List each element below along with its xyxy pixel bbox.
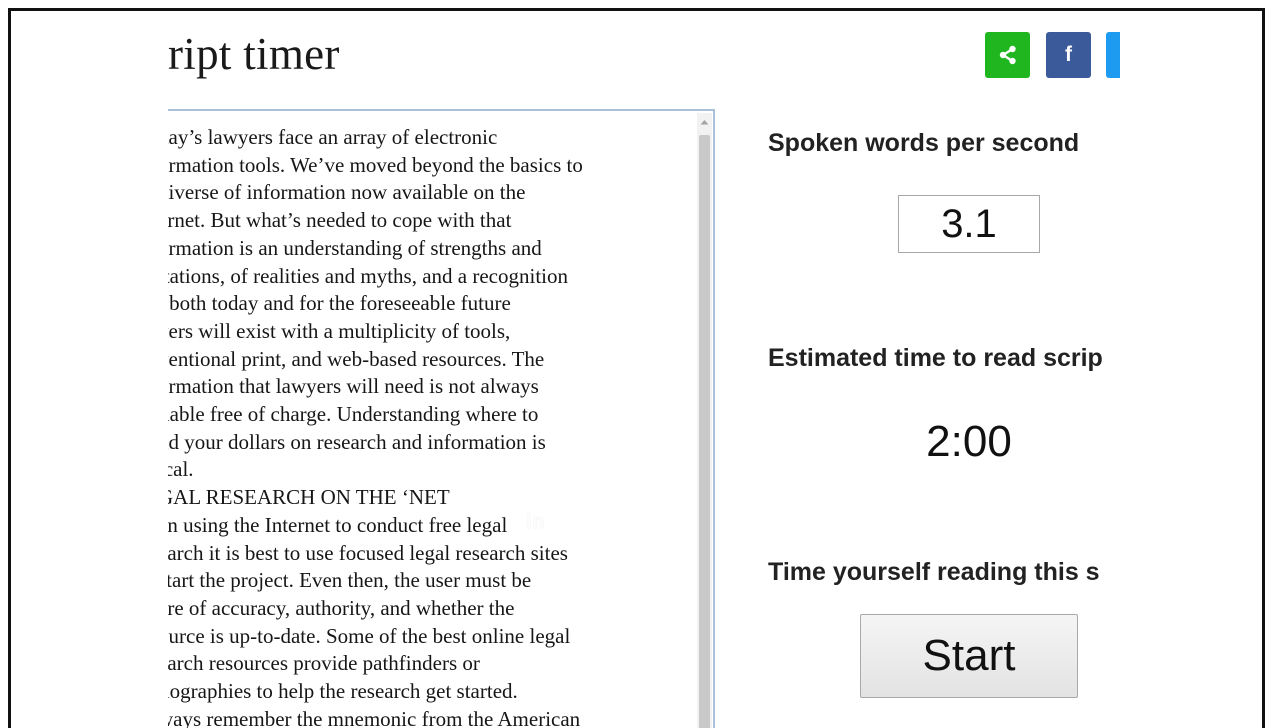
scroll-up-arrow-icon[interactable]: [697, 113, 712, 131]
script-text: day’s lawyers face an array of electroni…: [168, 125, 583, 728]
page-title: ript timer: [168, 29, 340, 79]
estimated-time-value: 2:00: [926, 417, 1012, 466]
estimated-time-label: Estimated time to read scrip: [768, 344, 1103, 372]
start-button[interactable]: Start: [860, 614, 1078, 698]
time-yourself-label: Time yourself reading this s: [768, 558, 1100, 586]
watermark-overlay-text: in: [526, 511, 546, 533]
vertical-scrollbar[interactable]: [697, 113, 712, 728]
words-per-second-input[interactable]: [898, 195, 1040, 253]
timer-controls: Spoken words per second Estimated time t…: [768, 11, 1120, 728]
script-textarea[interactable]: day’s lawyers face an array of electroni…: [168, 109, 715, 728]
scrollbar-thumb[interactable]: [699, 135, 710, 728]
words-per-second-label: Spoken words per second: [768, 129, 1080, 157]
browser-frame: ript timer f day’s lawyers face an array…: [8, 8, 1265, 728]
